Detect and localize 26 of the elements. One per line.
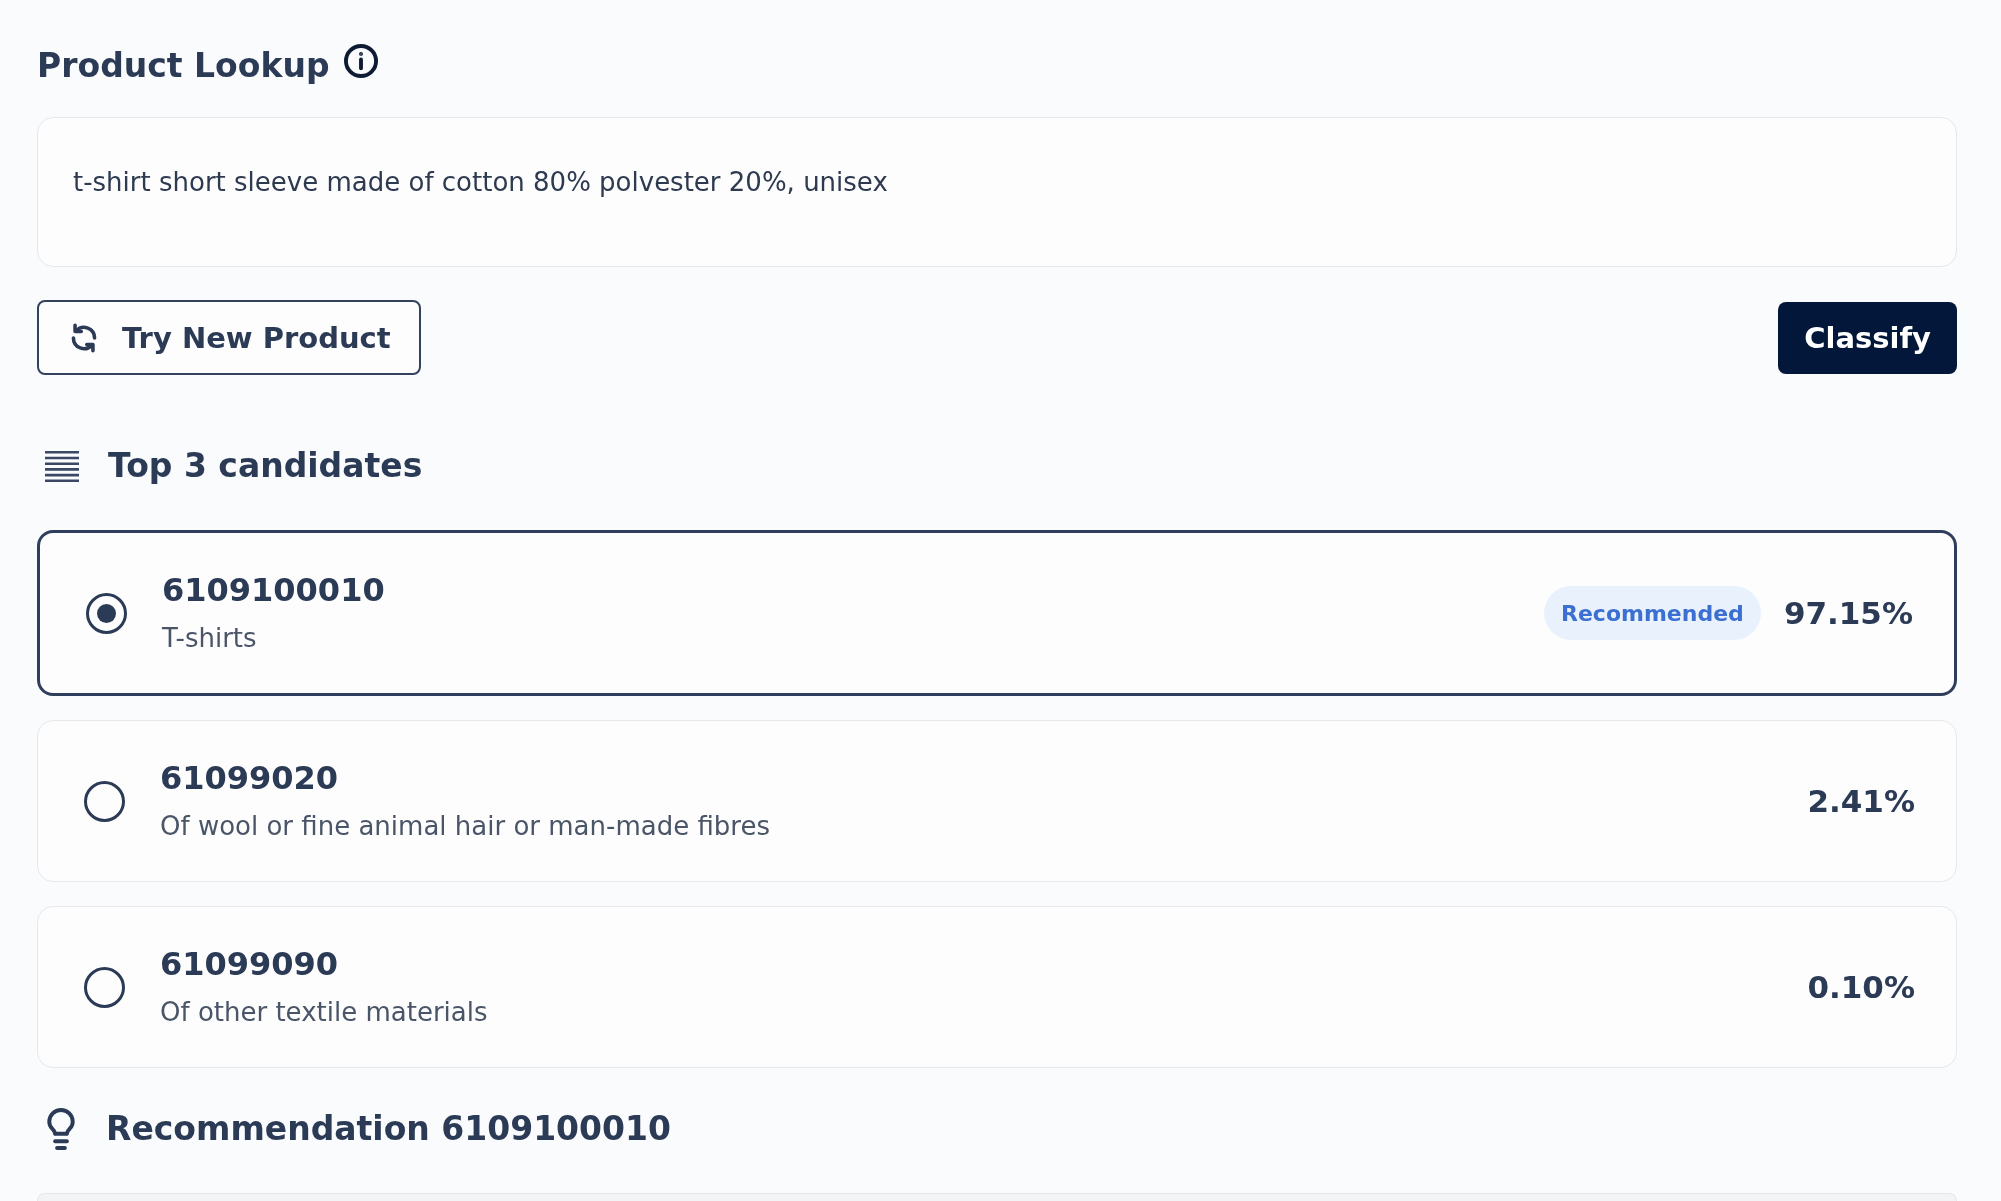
- item-code: 6109100010: [162, 570, 385, 610]
- item-description: T-shirts: [162, 622, 257, 655]
- item-code: 61099090: [160, 944, 339, 984]
- item-code: 61099020: [160, 758, 339, 798]
- section-title: Recommendation 6109100010: [106, 1109, 671, 1149]
- item-description: Of wool or fine animal hair or man-made fibres: [160, 810, 770, 843]
- radio-button[interactable]: [84, 780, 125, 822]
- section-title: Top 3 candidates: [108, 446, 423, 486]
- radio-button[interactable]: [84, 966, 125, 1008]
- confidence-score: 0.10%: [1807, 968, 1915, 1007]
- classify-button[interactable]: Classify: [1778, 301, 1957, 374]
- candidate-option[interactable]: 61099090 Of other textile materials 0.10%: [37, 906, 1957, 1068]
- page-title: Product Lookup: [37, 46, 330, 86]
- item-description: Of other textile materials: [160, 996, 488, 1029]
- confidence-score: 2.41%: [1807, 782, 1915, 821]
- info-icon[interactable]: [343, 44, 378, 78]
- recommended-badge: Recommended: [1544, 586, 1761, 640]
- list-icon: [45, 450, 79, 482]
- try-new-product-button[interactable]: Try New Product: [37, 300, 421, 375]
- product-description-field[interactable]: t-shirt short sleeve made of cotton 80% polvester 20%, unisex: [37, 117, 1957, 267]
- confidence-score: 97.15%: [1783, 594, 1913, 633]
- candidate-option[interactable]: 6109100010 T-shirts Recommended 97.15%: [37, 530, 1957, 696]
- lightbulb-icon: [47, 1107, 75, 1151]
- radio-button[interactable]: [86, 592, 127, 634]
- candidate-option[interactable]: 61099020 Of wool or fine animal hair or man-made fibres 2.41%: [37, 720, 1957, 882]
- refresh-icon: [71, 322, 97, 353]
